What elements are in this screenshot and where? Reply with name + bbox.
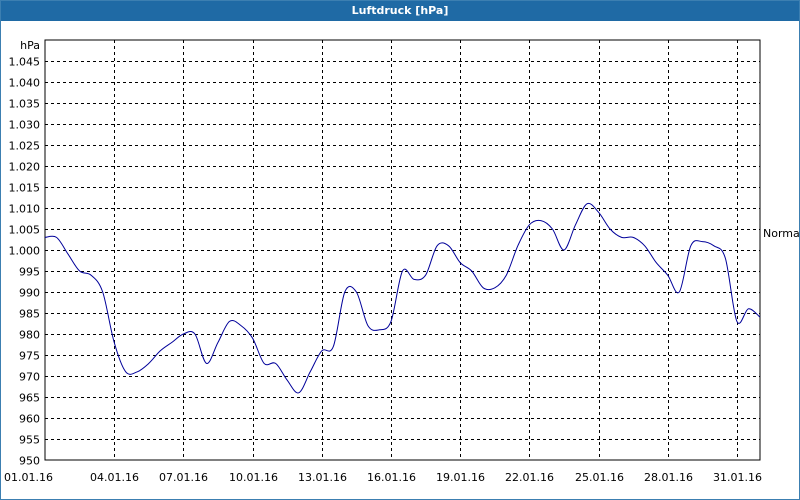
y-tick-label: 975 [19, 350, 40, 363]
y-tick-label: 950 [19, 455, 40, 468]
y-tick-label: 1.030 [9, 119, 41, 132]
x-tick-label: 19.01.16 [436, 471, 485, 484]
pressure-chart: 950 955 960 965 970 975 980 985 990 995 1.000 1.005… [4, 39, 800, 484]
x-tick-label: 31.01.16 [713, 471, 762, 484]
y-tick-label: 1.020 [9, 161, 41, 174]
y-tick-label: 1.010 [9, 203, 41, 216]
y-tick-label: 960 [19, 413, 40, 426]
y-tick-label: 1.000 [9, 245, 41, 258]
y-axis-ticks: 950 955 960 965 970 975 980 985 990 995 1.000 1.005… [9, 56, 41, 468]
y-tick-label: 985 [19, 308, 40, 321]
x-tick-label: 25.01.16 [575, 471, 624, 484]
y-tick-label: 980 [19, 329, 40, 342]
y-tick-label: 995 [19, 266, 40, 279]
y-tick-label: 1.035 [9, 98, 41, 111]
x-tick-label: 16.01.16 [367, 471, 416, 484]
x-tick-label: 28.01.16 [644, 471, 693, 484]
y-tick-label: 1.040 [9, 77, 41, 90]
y-tick-label: 1.045 [9, 56, 41, 69]
x-tick-label: 07.01.16 [159, 471, 208, 484]
y-axis-unit-label: hPa [20, 39, 40, 52]
x-tick-label: 04.01.16 [90, 471, 139, 484]
y-tick-label: 990 [19, 287, 40, 300]
y-tick-label: 970 [19, 371, 40, 384]
x-tick-label: 13.01.16 [298, 471, 347, 484]
x-tick-label: 22.01.16 [505, 471, 554, 484]
y-tick-label: 1.015 [9, 182, 41, 195]
y-tick-label: 1.025 [9, 140, 41, 153]
normal-reference-label: Normal [763, 227, 800, 240]
x-axis-ticks: 01.01.16 04.01.16 07.01.16 10.01.16 13.01.16… [4, 471, 762, 484]
x-tick-label: 01.01.16 [4, 471, 53, 484]
y-tick-label: 955 [19, 434, 40, 447]
y-tick-label: 1.005 [9, 224, 41, 237]
y-tick-label: 965 [19, 392, 40, 405]
x-tick-label: 10.01.16 [229, 471, 278, 484]
